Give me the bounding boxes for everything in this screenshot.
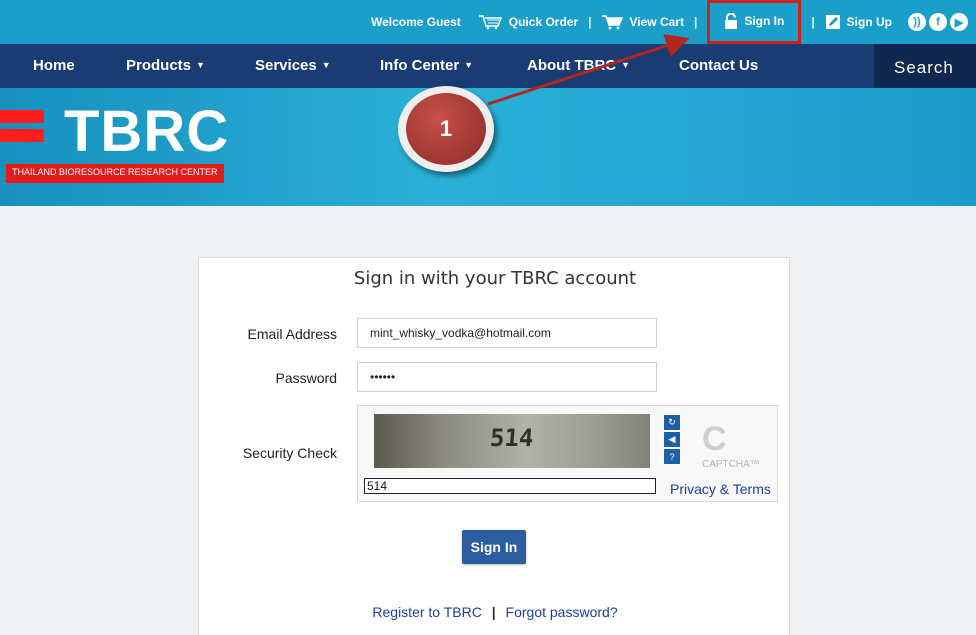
quick-order-label: Quick Order <box>508 15 579 29</box>
audio-icon[interactable]: ◀ <box>664 432 680 447</box>
chevron-down-icon: ▼ <box>621 60 631 70</box>
forgot-password-link[interactable]: Forgot password? <box>506 604 618 620</box>
sign-in-form: Sign in with your TBRC account Email Add… <box>198 257 790 635</box>
quick-order-link[interactable]: Quick Order <box>477 14 578 30</box>
captcha-widget: 514 ↻ ◀ ? C CAPTCHA™ Privacy & Terms <box>357 405 778 502</box>
captcha-image: 514 <box>374 414 650 468</box>
logo[interactable]: TBRC <box>64 98 229 165</box>
logo-mark <box>0 110 44 148</box>
pencil-icon <box>825 15 840 29</box>
recaptcha-logo: C CAPTCHA™ <box>702 420 760 470</box>
search-button[interactable]: Search <box>874 44 976 88</box>
register-link[interactable]: Register to TBRC <box>372 604 481 620</box>
main-navigation: Home Products ▼ Services ▼ Info Center ▼ Ab… <box>0 44 976 88</box>
form-title: Sign in with your TBRC account <box>353 268 637 289</box>
nav-label: Products <box>126 57 192 74</box>
annotation-badge: 1 <box>398 86 494 172</box>
email-label: Email Address <box>247 326 337 342</box>
sign-up-link[interactable]: Sign Up <box>825 14 892 30</box>
form-footer-links: Register to TBRC | Forgot password? <box>199 604 791 620</box>
social-links: )) f ▶ <box>908 13 968 31</box>
view-cart-link[interactable]: View Cart <box>601 14 684 30</box>
chevron-down-icon: ▼ <box>464 60 474 70</box>
link-separator: | <box>491 604 496 620</box>
welcome-text: Welcome Guest <box>370 15 461 29</box>
nav-item-home[interactable]: Home <box>33 57 75 74</box>
sign-in-link[interactable]: Sign In <box>707 0 802 44</box>
chevron-down-icon: ▼ <box>196 60 205 70</box>
help-icon[interactable]: ? <box>664 449 680 464</box>
captcha-code: 514 <box>489 424 535 452</box>
nav-item-services[interactable]: Services ▼ <box>255 57 331 74</box>
captcha-brand-label: CAPTCHA™ <box>702 459 760 470</box>
nav-label: Contact Us <box>679 57 759 74</box>
privacy-terms-link[interactable]: Privacy & Terms <box>670 481 771 497</box>
separator: | <box>588 15 592 29</box>
facebook-icon[interactable]: f <box>929 13 947 31</box>
captcha-input[interactable] <box>364 478 656 494</box>
nav-item-products[interactable]: Products ▼ <box>126 57 205 74</box>
nav-item-contact[interactable]: Contact Us <box>679 57 758 74</box>
sign-in-button[interactable]: Sign In <box>462 530 526 564</box>
quick-order-icon <box>478 15 502 30</box>
email-field[interactable] <box>357 318 657 348</box>
nav-label: About TBRC <box>527 57 617 74</box>
nav-item-about[interactable]: About TBRC ▼ <box>527 57 630 74</box>
logo-subtitle: THAILAND BIORESOURCE RESEARCH CENTER <box>6 164 224 183</box>
sign-up-label: Sign Up <box>846 15 892 29</box>
lock-icon <box>725 13 738 29</box>
nav-item-info-center[interactable]: Info Center ▼ <box>380 57 473 74</box>
sign-in-label: Sign In <box>744 14 785 28</box>
password-field[interactable] <box>357 362 657 392</box>
chevron-down-icon: ▼ <box>321 60 331 70</box>
top-utility-bar: Welcome Guest Quick Order | View Cart | … <box>0 0 976 44</box>
password-label: Password <box>275 370 337 386</box>
nav-label: Home <box>33 57 75 74</box>
captcha-controls: ↻ ◀ ? <box>664 415 682 466</box>
rss-icon[interactable]: )) <box>908 13 926 31</box>
cart-icon <box>602 15 624 30</box>
nav-label: Services <box>255 57 317 74</box>
separator: | <box>811 15 815 29</box>
nav-label: Info Center <box>380 57 460 74</box>
view-cart-label: View Cart <box>629 15 684 29</box>
youtube-icon[interactable]: ▶ <box>950 13 968 31</box>
refresh-icon[interactable]: ↻ <box>664 415 680 430</box>
annotation-number: 1 <box>406 93 486 165</box>
security-check-label: Security Check <box>242 445 337 461</box>
separator: | <box>693 15 698 29</box>
